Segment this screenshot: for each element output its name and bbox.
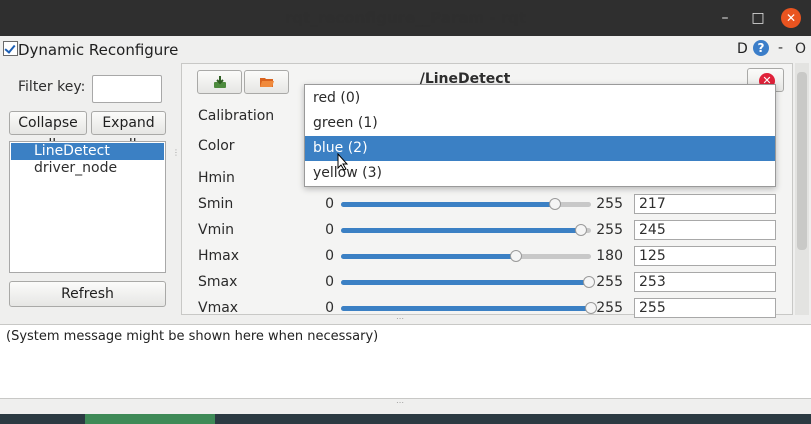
save-icon (214, 76, 226, 88)
system-message: (System message might be shown here when… (6, 329, 379, 344)
expand-all-button[interactable]: Expand all (91, 111, 166, 153)
param-min-hmax: 0 (325, 248, 334, 264)
param-value-vmin[interactable]: 245 (634, 220, 776, 240)
param-min-smax: 0 (325, 274, 334, 290)
param-value-hmax[interactable]: 125 (634, 246, 776, 266)
parameter-scroll-thumb[interactable] (797, 72, 807, 250)
param-max-smin: 255 (596, 196, 623, 212)
param-label-vmin: Vmin (198, 222, 234, 238)
slider-hmax[interactable] (341, 254, 591, 259)
tree-item-linedetect[interactable]: LineDetect (11, 143, 164, 160)
param-value-vmax[interactable]: 255 (634, 298, 776, 318)
param-label-hmax: Hmax (198, 248, 240, 264)
save-button[interactable] (197, 70, 242, 94)
collapse-all-button[interactable]: Collapse all (9, 111, 87, 153)
color-dropdown-popup: red (0) green (1) blue (2) yellow (3) (304, 84, 776, 187)
dropdown-option-yellow[interactable]: yellow (3) (305, 161, 775, 186)
param-label-hmin: Hmin (198, 170, 235, 186)
dropdown-option-green[interactable]: green (1) (305, 111, 775, 136)
folder-open-icon (260, 78, 274, 87)
dropdown-option-blue[interactable]: blue (2) (305, 136, 775, 161)
slider-vmin[interactable] (341, 228, 591, 233)
slider-handle-smin[interactable] (548, 198, 561, 210)
refresh-button[interactable]: Refresh (9, 281, 166, 307)
param-max-vmin: 255 (596, 222, 623, 238)
param-min-vmax: 0 (325, 300, 334, 316)
minimize-button[interactable]: – (716, 9, 734, 27)
close-window-button[interactable]: ✕ (781, 8, 801, 28)
param-min-smin: 0 (325, 196, 334, 212)
param-min-vmin: 0 (325, 222, 334, 238)
desktop-taskbar (0, 414, 811, 424)
plugin-d-button[interactable]: D (737, 41, 748, 57)
param-value-smax[interactable]: 253 (634, 272, 776, 292)
maximize-button[interactable]: □ (749, 9, 767, 27)
filter-key-input[interactable] (92, 75, 162, 103)
tree-item-driver-node[interactable]: driver_node (11, 160, 164, 177)
open-button[interactable] (244, 70, 289, 94)
node-tree: LineDetect driver_node (9, 141, 166, 273)
param-max-vmax: 255 (596, 300, 623, 316)
plugin-close-button[interactable]: O (795, 41, 806, 57)
plugin-minimize-button[interactable]: - (778, 40, 783, 56)
horizontal-splitter[interactable]: ⋯ (396, 314, 405, 323)
slider-smax[interactable] (341, 280, 591, 285)
param-max-smax: 255 (596, 274, 623, 290)
param-label-color: Color (198, 138, 235, 154)
mouse-pointer-icon (337, 153, 349, 171)
window-title: rqt_reconfigure__Param - rqt (284, 9, 527, 27)
slider-fill-smax (341, 280, 589, 285)
param-label-smax: Smax (198, 274, 238, 290)
slider-fill-hmax (341, 254, 515, 259)
slider-fill-vmax (341, 306, 591, 311)
param-label-vmax: Vmax (198, 300, 239, 316)
bottom-splitter[interactable]: ⋯ (396, 398, 405, 407)
param-label-calibration: Calibration (198, 108, 275, 124)
filter-key-label: Filter key: (18, 79, 86, 95)
slider-fill-vmin (341, 228, 582, 233)
plugin-checkbox[interactable] (3, 41, 18, 56)
help-icon[interactable]: ? (753, 40, 769, 56)
dropdown-option-red[interactable]: red (0) (305, 86, 775, 111)
plugin-title: Dynamic Reconfigure (18, 41, 179, 59)
param-max-hmax: 180 (596, 248, 623, 264)
slider-fill-smin (341, 202, 554, 207)
param-value-smin[interactable]: 217 (634, 194, 776, 214)
slider-vmax[interactable] (341, 306, 591, 311)
param-label-smin: Smin (198, 196, 234, 212)
vertical-splitter[interactable]: ⋮ (172, 149, 180, 157)
